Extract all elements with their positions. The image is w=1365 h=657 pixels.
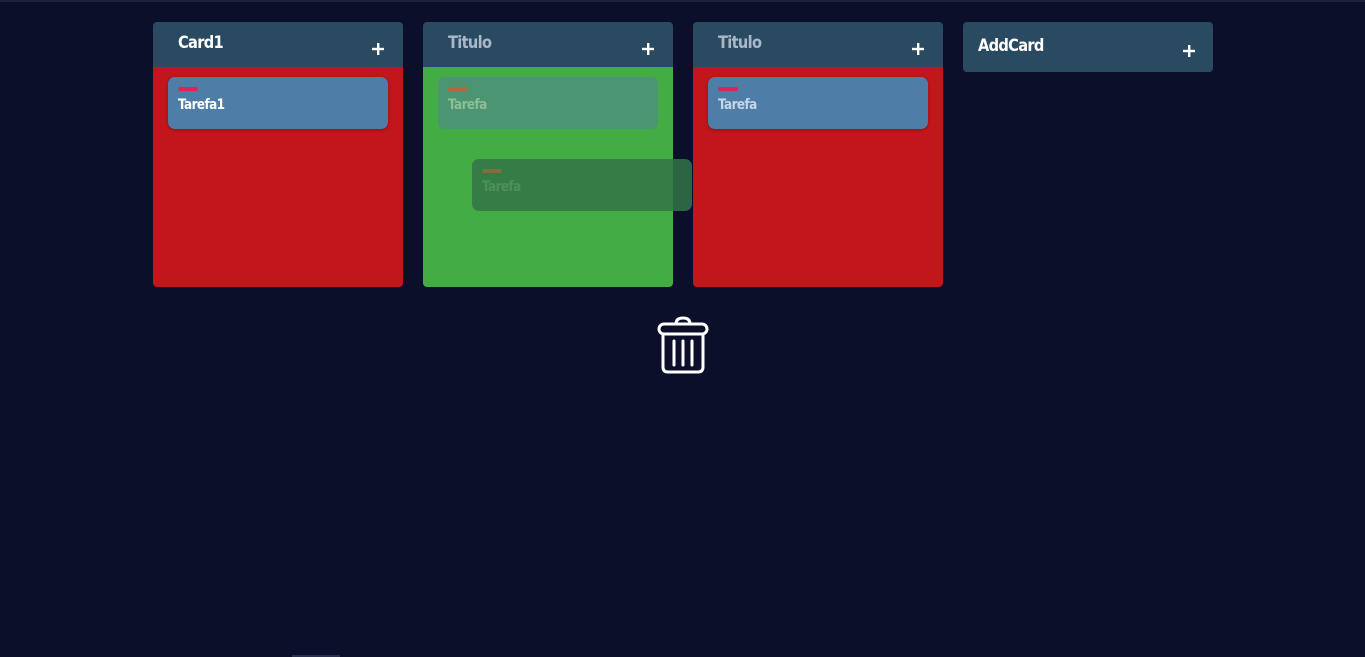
column-card1: Card1 Tarefa1 xyxy=(153,22,403,287)
plus-icon xyxy=(642,42,654,55)
column-body: Tarefa1 xyxy=(153,67,403,287)
top-divider xyxy=(0,0,1365,2)
task-tag xyxy=(718,87,738,91)
column-title: Titulo xyxy=(718,33,762,53)
column-title: Card1 xyxy=(178,33,224,53)
trash-drop-zone[interactable] xyxy=(657,316,709,376)
add-task-button[interactable] xyxy=(912,31,926,59)
column-body: Tarefa xyxy=(693,67,943,287)
trash-icon xyxy=(657,316,709,374)
task-tag xyxy=(448,87,468,91)
add-task-button[interactable] xyxy=(372,31,386,59)
column-titulo-2: Titulo Tarefa xyxy=(693,22,943,287)
task-text: Tarefa xyxy=(482,179,521,195)
column-header: Titulo xyxy=(693,22,943,67)
add-card-title: AddCard xyxy=(978,36,1044,56)
task-text: Tarefa1 xyxy=(178,97,225,113)
column-header: Titulo xyxy=(423,22,673,67)
plus-icon xyxy=(372,42,384,55)
task-tag xyxy=(482,169,502,173)
dragging-task-card[interactable]: Tarefa xyxy=(472,159,692,211)
add-card-button[interactable] xyxy=(1183,33,1197,61)
plus-icon xyxy=(1183,44,1195,57)
column-title: Titulo xyxy=(448,33,492,53)
task-text: Tarefa xyxy=(448,97,487,113)
task-card[interactable]: Tarefa xyxy=(708,77,928,129)
add-task-button[interactable] xyxy=(642,31,656,59)
column-header: Card1 xyxy=(153,22,403,67)
task-text: Tarefa xyxy=(718,97,757,113)
task-tag xyxy=(178,87,198,91)
plus-icon xyxy=(912,42,924,55)
task-card[interactable]: Tarefa1 xyxy=(168,77,388,129)
task-card[interactable]: Tarefa xyxy=(438,77,658,129)
add-card-panel: AddCard xyxy=(963,22,1213,72)
column-titulo-1: Titulo Tarefa xyxy=(423,22,673,287)
